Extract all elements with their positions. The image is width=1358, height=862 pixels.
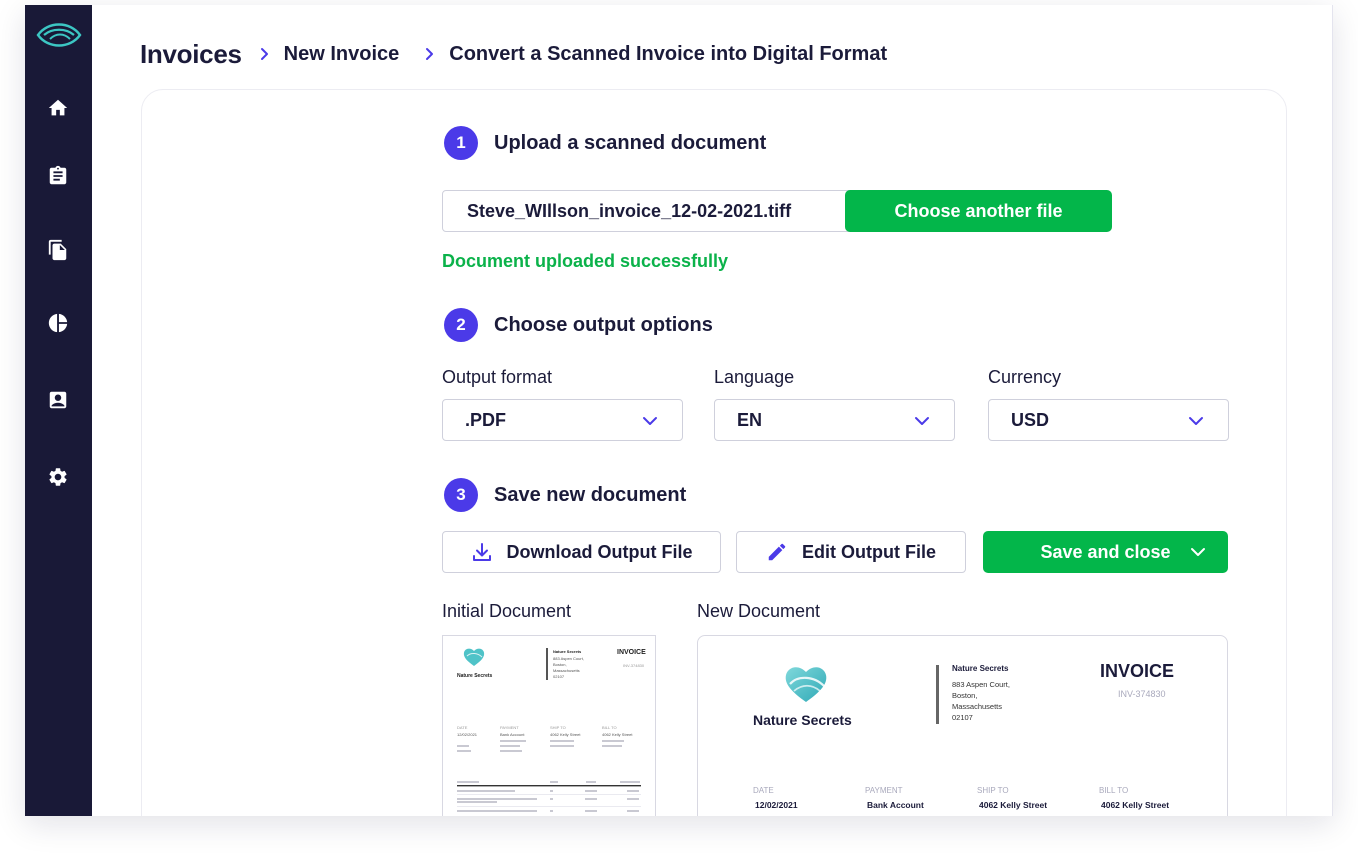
pie-chart-icon[interactable]: [46, 311, 70, 335]
currency-label: Currency: [988, 367, 1062, 387]
step-number-badge: 2: [444, 308, 478, 342]
converter-card: 1 Upload a scanned document Steve_WIllso…: [141, 89, 1287, 816]
app-window: Invoices New Invoice Convert a Scanned I…: [25, 5, 1333, 816]
thumb-address-line: 883 Aspen Court,: [553, 656, 584, 661]
download-label: Download Output File: [506, 541, 693, 562]
chevron-down-icon: [643, 417, 657, 425]
thumb-divider: [546, 648, 548, 680]
edit-output-button[interactable]: Edit Output File: [736, 531, 966, 573]
step-title: Upload a scanned document: [494, 131, 767, 154]
heart-logo-icon: [785, 667, 827, 702]
choose-another-file-button[interactable]: Choose another file: [845, 190, 1112, 232]
bill-to-value: 4062 Kelly Street: [1101, 800, 1170, 810]
thumb-column-header: SHIP TO: [550, 725, 566, 730]
step-3-header: 3 Save new document: [444, 478, 686, 512]
column-header-ship-to: SHIP TO: [977, 786, 1009, 795]
new-document-label: New Document: [697, 601, 821, 621]
download-output-button[interactable]: Download Output File: [442, 531, 721, 573]
breadcrumb: Invoices New Invoice Convert a Scanned I…: [140, 37, 887, 71]
address-line: Boston,: [952, 691, 978, 700]
thumb-column-header: DATE: [457, 725, 468, 730]
logo-icon: [36, 23, 82, 47]
edit-label: Edit Output File: [802, 541, 936, 562]
thumb-line-items: [457, 740, 641, 812]
column-header-payment: PAYMENT: [865, 786, 903, 795]
gear-icon[interactable]: [46, 465, 70, 489]
thumb-column-header: BILL TO: [602, 725, 617, 730]
thumb-address-line: 02107: [553, 674, 565, 679]
currency-select[interactable]: USD: [988, 399, 1229, 441]
save-and-close-button[interactable]: Save and close: [983, 531, 1228, 573]
breadcrumb-invoices[interactable]: Invoices: [140, 39, 242, 70]
language-label: Language: [714, 367, 795, 387]
step-1-header: 1 Upload a scanned document: [444, 126, 766, 160]
language-select[interactable]: EN: [714, 399, 955, 441]
thumb-address-line: Boston,: [553, 662, 567, 667]
ship-to-value: 4062 Kelly Street: [979, 800, 1048, 810]
thumb-column-header: PAYMENT: [500, 725, 519, 730]
file-name-text: Steve_WIllson_invoice_12-02-2021.tiff: [467, 200, 792, 221]
heart-logo-icon: [463, 648, 485, 666]
home-icon[interactable]: [46, 96, 70, 120]
column-header-date: DATE: [753, 786, 774, 795]
address-line: 883 Aspen Court,: [952, 680, 1010, 689]
address-line: 02107: [952, 713, 973, 722]
address-divider: [936, 665, 939, 724]
step-title: Save new document: [494, 483, 687, 506]
breadcrumb-current: Convert a Scanned Invoice into Digital F…: [449, 42, 888, 65]
documents-icon[interactable]: [46, 238, 70, 262]
column-header-bill-to: BILL TO: [1099, 786, 1129, 795]
download-icon: [472, 543, 491, 561]
clipboard-icon[interactable]: [46, 164, 70, 188]
address-company: Nature Secrets: [952, 664, 1009, 673]
choose-file-label: Choose another file: [894, 200, 1063, 221]
upload-status-message: Document uploaded successfully: [442, 251, 729, 271]
thumb-address-company: Nature Secrets: [553, 649, 582, 654]
chevron-right-icon: [258, 47, 272, 61]
sidebar: [25, 5, 92, 816]
initial-document-label: Initial Document: [442, 601, 572, 621]
save-label: Save and close: [1040, 541, 1171, 562]
language-value: EN: [737, 409, 763, 430]
chevron-down-icon: [915, 417, 929, 425]
address-line: Massachusetts: [952, 702, 1003, 711]
company-name: Nature Secrets: [753, 712, 852, 728]
step-number-badge: 3: [444, 478, 478, 512]
step-2-header: 2 Choose output options: [444, 308, 713, 342]
payment-value: Bank Account: [867, 800, 924, 810]
chevron-down-icon[interactable]: [1190, 544, 1206, 560]
thumb-company-name: Nature Secrets: [457, 673, 493, 679]
date-value: 12/02/2021: [755, 800, 798, 810]
invoice-number: INV-374830: [1118, 689, 1166, 699]
initial-document-preview[interactable]: Nature Secrets Nature Secrets 883 Aspen …: [442, 635, 656, 816]
contact-icon[interactable]: [46, 388, 70, 412]
step-number-badge: 1: [444, 126, 478, 160]
thumb-address-line: Massachusetts: [553, 668, 580, 673]
breadcrumb-new-invoice[interactable]: New Invoice: [284, 43, 400, 66]
chevron-right-icon: [423, 47, 437, 61]
thumb-invoice-title: INVOICE: [617, 649, 646, 656]
chevron-down-icon: [1189, 417, 1203, 425]
new-document-preview[interactable]: Nature Secrets Nature Secrets 883 Aspen …: [697, 635, 1228, 816]
thumb-invoice-number: INV-374830: [623, 663, 645, 668]
step-title: Choose output options: [494, 313, 713, 336]
output-format-select[interactable]: .PDF: [442, 399, 683, 441]
currency-value: USD: [1011, 409, 1050, 430]
output-format-label: Output format: [442, 367, 553, 387]
invoice-title: INVOICE: [1100, 661, 1175, 681]
output-format-value: .PDF: [465, 409, 507, 430]
pencil-icon: [768, 543, 786, 561]
